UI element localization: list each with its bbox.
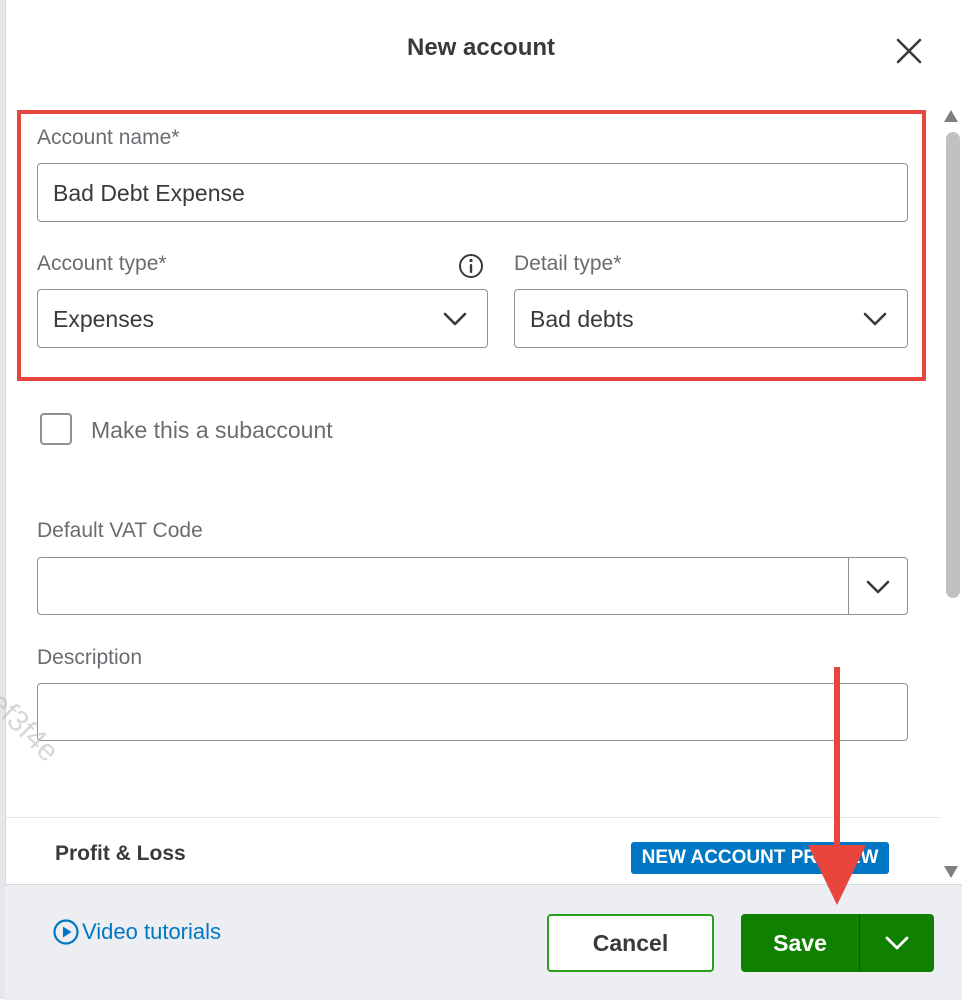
close-button[interactable] [892, 34, 926, 68]
vat-select-divider [848, 557, 849, 615]
video-tutorials-link[interactable]: Video tutorials [52, 918, 221, 946]
subaccount-checkbox[interactable] [40, 413, 72, 445]
chevron-down-icon [885, 936, 909, 950]
red-arrow-annotation [808, 667, 866, 905]
save-button[interactable]: Save [741, 914, 859, 972]
description-label: Description [37, 646, 143, 669]
dialog-scrollbar[interactable] [940, 104, 962, 884]
highlight-annotation-box [17, 110, 926, 381]
background-page-edge [0, 0, 6, 999]
video-tutorials-label: Video tutorials [82, 919, 222, 944]
description-input[interactable] [37, 683, 908, 741]
scroll-up-arrow-icon[interactable] [944, 110, 958, 122]
vat-code-label: Default VAT Code [37, 519, 203, 542]
scroll-thumb[interactable] [946, 132, 960, 598]
save-options-button[interactable] [860, 914, 934, 972]
subaccount-label: Make this a subaccount [91, 417, 333, 443]
chevron-down-icon [866, 580, 890, 594]
profit-loss-heading: Profit & Loss [55, 842, 186, 865]
dialog-title: New account [406, 34, 556, 61]
vat-code-select[interactable] [37, 557, 908, 615]
scroll-down-arrow-icon[interactable] [944, 866, 958, 878]
close-icon [896, 38, 922, 64]
play-circle-icon [53, 919, 79, 945]
cancel-button[interactable]: Cancel [547, 914, 714, 972]
